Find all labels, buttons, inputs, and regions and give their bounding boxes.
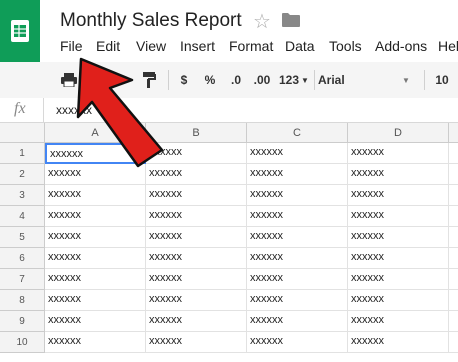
table-cell[interactable]: xxxxxx <box>348 227 449 248</box>
folder-icon[interactable] <box>282 13 300 27</box>
font-family-select[interactable]: Arial ▼ <box>318 68 416 92</box>
table-cell[interactable]: xxxxxx <box>45 143 146 164</box>
table-cell[interactable]: xxxxxx <box>348 248 449 269</box>
table-cell[interactable]: xxxxxx <box>348 311 449 332</box>
menu-tools[interactable]: Tools <box>329 38 362 54</box>
document-title[interactable]: Monthly Sales Report <box>60 10 242 32</box>
table-cell[interactable]: xxxxxx <box>348 332 449 353</box>
table-cell[interactable]: xxxxxx <box>45 269 146 290</box>
menu-insert[interactable]: Insert <box>180 38 215 54</box>
table-cell[interactable]: xxxxxx <box>247 311 348 332</box>
row-header[interactable]: 4 <box>0 206 45 227</box>
table-cell[interactable]: xxxxxx <box>146 332 247 353</box>
table-cell[interactable]: xxxxxx <box>146 269 247 290</box>
table-cell[interactable]: xxxxxx <box>247 332 348 353</box>
table-cell[interactable] <box>449 332 458 353</box>
column-header-a[interactable]: A <box>45 123 146 143</box>
table-cell[interactable] <box>449 185 458 206</box>
menu-view[interactable]: View <box>136 38 166 54</box>
table-cell[interactable]: xxxxxx <box>247 227 348 248</box>
table-cell[interactable] <box>449 164 458 185</box>
currency-button[interactable]: $ <box>174 62 194 98</box>
table-cell[interactable]: xxxxxx <box>146 185 247 206</box>
table-cell[interactable]: xxxxxx <box>45 332 146 353</box>
sheets-logo-icon[interactable] <box>0 0 40 62</box>
table-cell[interactable] <box>449 143 458 164</box>
column-header-c[interactable]: C <box>247 123 348 143</box>
increase-decimal-button[interactable]: .00 <box>250 62 274 98</box>
star-icon[interactable]: ☆ <box>253 9 271 34</box>
column-header-e[interactable] <box>449 123 458 143</box>
font-family-value: Arial <box>318 73 345 87</box>
row-header[interactable]: 7 <box>0 269 45 290</box>
menu-format[interactable]: Format <box>229 38 273 54</box>
table-cell[interactable]: xxxxxx <box>146 143 247 164</box>
table-cell[interactable]: xxxxxx <box>247 185 348 206</box>
table-cell[interactable] <box>449 248 458 269</box>
formula-input[interactable]: xxxxxx <box>56 103 92 117</box>
table-cell[interactable]: xxxxxx <box>247 164 348 185</box>
row-header[interactable]: 8 <box>0 290 45 311</box>
table-cell[interactable]: xxxxxx <box>348 143 449 164</box>
menu-addons[interactable]: Add-ons <box>375 38 427 54</box>
print-icon[interactable] <box>56 62 82 98</box>
table-cell[interactable]: xxxxxx <box>247 206 348 227</box>
more-formats-button[interactable]: 123 <box>278 62 300 98</box>
column-header-b[interactable]: B <box>146 123 247 143</box>
table-cell[interactable]: xxxxxx <box>348 206 449 227</box>
row-header[interactable]: 9 <box>0 311 45 332</box>
table-cell[interactable]: xxxxxx <box>146 248 247 269</box>
table-cell[interactable] <box>449 227 458 248</box>
table-cell[interactable]: xxxxxx <box>146 311 247 332</box>
column-header-d[interactable]: D <box>348 123 449 143</box>
decrease-decimal-button[interactable]: .0 <box>226 62 246 98</box>
toolbar: $ % .0 .00 123 ▼ Arial ▼ 10 <box>0 62 458 99</box>
row-header[interactable]: 10 <box>0 332 45 353</box>
table-cell[interactable]: xxxxxx <box>45 227 146 248</box>
table-cell[interactable]: xxxxxx <box>247 269 348 290</box>
table-cell[interactable] <box>449 206 458 227</box>
table-cell[interactable] <box>449 311 458 332</box>
formula-bar: fx xxxxxx <box>0 98 458 123</box>
chevron-down-icon: ▼ <box>402 75 410 85</box>
table-cell[interactable]: xxxxxx <box>348 164 449 185</box>
table-cell[interactable]: xxxxxx <box>45 290 146 311</box>
table-cell[interactable]: xxxxxx <box>348 290 449 311</box>
table-cell[interactable]: xxxxxx <box>146 290 247 311</box>
table-cell[interactable]: xxxxxx <box>146 206 247 227</box>
menu-data[interactable]: Data <box>285 38 315 54</box>
font-size-select[interactable]: 10 <box>432 62 452 98</box>
menu-file[interactable]: File <box>60 38 83 54</box>
percent-button[interactable]: % <box>200 62 220 98</box>
menu-edit[interactable]: Edit <box>96 38 120 54</box>
table-cell[interactable]: xxxxxx <box>45 311 146 332</box>
table-cell[interactable]: xxxxxx <box>348 185 449 206</box>
table-cell[interactable]: xxxxxx <box>247 290 348 311</box>
table-cell[interactable]: xxxxxx <box>247 143 348 164</box>
menu-help[interactable]: Hel <box>438 38 458 54</box>
table-cell[interactable]: xxxxxx <box>45 248 146 269</box>
table-cell[interactable]: xxxxxx <box>146 164 247 185</box>
select-all-corner[interactable] <box>0 123 45 143</box>
table-cell[interactable]: xxxxxx <box>146 227 247 248</box>
fx-icon: fx <box>14 100 26 117</box>
paint-format-icon[interactable] <box>136 62 162 98</box>
row-header[interactable]: 1 <box>0 143 45 164</box>
row-header[interactable]: 3 <box>0 185 45 206</box>
table-cell[interactable]: xxxxxx <box>45 185 146 206</box>
table-cell[interactable] <box>449 269 458 290</box>
table-cell[interactable]: xxxxxx <box>247 248 348 269</box>
chevron-down-icon[interactable]: ▼ <box>300 62 310 98</box>
row-header[interactable]: 5 <box>0 227 45 248</box>
row-header[interactable]: 2 <box>0 164 45 185</box>
table-cell[interactable]: xxxxxx <box>348 269 449 290</box>
table-cell[interactable]: xxxxxx <box>45 164 146 185</box>
table-cell[interactable]: xxxxxx <box>45 206 146 227</box>
table-cell[interactable] <box>449 290 458 311</box>
row-header[interactable]: 6 <box>0 248 45 269</box>
